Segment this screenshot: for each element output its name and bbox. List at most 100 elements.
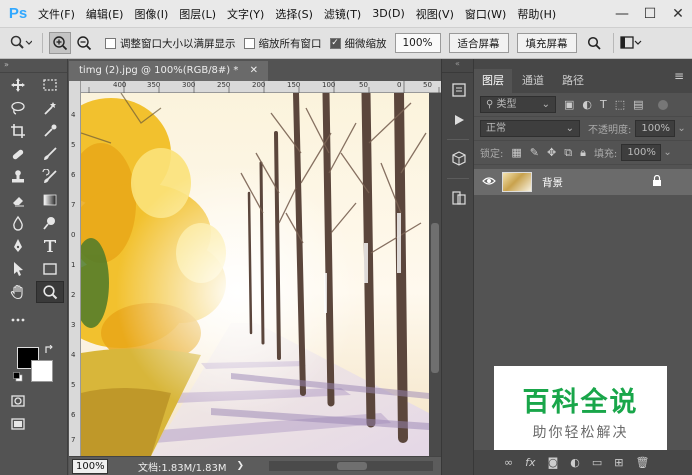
menu-help[interactable]: 帮助(H) — [517, 6, 556, 22]
blur-tool-icon[interactable] — [4, 212, 32, 234]
horizontal-scrollbar[interactable] — [269, 461, 433, 471]
lasso-tool-icon[interactable] — [4, 97, 32, 119]
zoom-in-icon[interactable] — [49, 32, 71, 54]
menu-filter[interactable]: 滤镜(T) — [324, 6, 361, 22]
opacity-field[interactable]: 100% — [635, 120, 676, 137]
3d-panel-icon[interactable] — [442, 146, 475, 172]
zoom-out-icon[interactable] — [73, 32, 95, 54]
path-selection-tool-icon[interactable] — [4, 258, 32, 280]
fill-field[interactable]: 100% — [621, 144, 662, 161]
zoom-tool-preset-icon[interactable] — [6, 32, 36, 54]
menu-view[interactable]: 视图(V) — [416, 6, 454, 22]
panel-menu-icon[interactable]: ≡ — [674, 69, 684, 83]
delete-layer-icon[interactable]: 🗑︎ — [635, 456, 649, 469]
scrollbar-thumb[interactable] — [337, 462, 367, 470]
lock-position-icon[interactable]: ✥ — [547, 146, 556, 159]
eyedropper-tool-icon[interactable] — [36, 120, 64, 142]
close-tab-icon[interactable]: ✕ — [250, 65, 258, 76]
fill-screen-button[interactable]: 填充屏幕 — [516, 33, 577, 53]
status-menu-arrow-icon[interactable]: ❯ — [237, 461, 245, 471]
document-canvas[interactable] — [81, 93, 429, 456]
strip-grip[interactable]: « — [442, 59, 473, 73]
menu-select[interactable]: 选择(S) — [275, 6, 313, 22]
move-tool-icon[interactable] — [4, 74, 32, 96]
filter-toggle-icon[interactable] — [657, 99, 668, 110]
rectangle-tool-icon[interactable] — [36, 258, 64, 280]
layer-kind-filter[interactable]: ⚲ 类型 ⌄ — [480, 96, 556, 113]
maximize-button[interactable]: ☐ — [636, 6, 664, 22]
menu-window[interactable]: 窗口(W) — [465, 6, 506, 22]
zoom-all-checkbox[interactable]: 缩放所有窗口 — [243, 36, 322, 51]
tools-panel-grip[interactable]: » — [0, 59, 67, 73]
menu-3d[interactable]: 3D(D) — [372, 7, 405, 20]
layer-name[interactable]: 背景 — [542, 175, 563, 190]
quick-mask-icon[interactable] — [4, 390, 32, 412]
scrubby-zoom-checkbox[interactable]: ✓ 细微缩放 — [329, 36, 387, 51]
tab-layers[interactable]: 图层 — [474, 69, 512, 93]
dodge-tool-icon[interactable] — [36, 212, 64, 234]
filter-adjustment-icon[interactable]: ◐ — [582, 98, 592, 111]
layer-row-background[interactable]: 背景 — [474, 169, 692, 195]
search-icon[interactable] — [583, 32, 605, 54]
brush-tool-icon[interactable] — [36, 143, 64, 165]
close-button[interactable]: ✕ — [664, 6, 692, 22]
more-tools-icon[interactable] — [4, 309, 32, 331]
properties-panel-icon[interactable] — [442, 185, 475, 211]
crop-tool-icon[interactable] — [4, 120, 32, 142]
default-colors-icon[interactable] — [13, 372, 23, 382]
pen-tool-icon[interactable] — [4, 235, 32, 257]
chevron-down-icon[interactable]: ⌄ — [677, 123, 685, 134]
background-color-swatch[interactable] — [31, 360, 53, 382]
minimize-button[interactable]: — — [608, 6, 636, 22]
history-panel-icon[interactable] — [442, 77, 475, 103]
lock-all-icon[interactable]: 🔒︎ — [580, 146, 586, 160]
checkbox-unchecked[interactable] — [105, 37, 116, 49]
eraser-tool-icon[interactable] — [4, 189, 32, 211]
document-tab[interactable]: timg (2).jpg @ 100%(RGB/8#) * ✕ — [69, 61, 268, 81]
menu-layer[interactable]: 图层(L) — [179, 6, 216, 22]
lock-transparent-icon[interactable]: ▦ — [511, 146, 521, 159]
filter-smart-object-icon[interactable]: ▤ — [633, 98, 643, 111]
new-layer-icon[interactable]: ⊞ — [614, 456, 623, 469]
type-tool-icon[interactable] — [36, 235, 64, 257]
filter-type-icon[interactable]: T — [600, 98, 607, 111]
lock-pixels-icon[interactable]: ✎ — [530, 146, 539, 159]
link-layers-icon[interactable]: ∞ — [504, 456, 513, 469]
gradient-tool-icon[interactable] — [36, 189, 64, 211]
hand-tool-icon[interactable] — [4, 281, 32, 303]
zoom-level-field[interactable]: 100% — [72, 458, 108, 474]
history-brush-tool-icon[interactable] — [36, 166, 64, 188]
workspace-icon[interactable] — [619, 32, 642, 54]
menu-file[interactable]: 文件(F) — [38, 6, 75, 22]
fit-screen-button[interactable]: 适合屏幕 — [448, 33, 509, 53]
blend-mode-dropdown[interactable]: 正常 ⌄ — [480, 120, 580, 137]
menu-image[interactable]: 图像(I) — [134, 6, 168, 22]
new-group-icon[interactable]: ▭ — [592, 456, 602, 469]
tab-paths[interactable]: 路径 — [554, 69, 592, 93]
layer-lock-icon[interactable] — [652, 174, 662, 189]
filter-pixel-icon[interactable]: ▣ — [564, 98, 574, 111]
checkbox-checked-icon[interactable]: ✓ — [329, 37, 341, 49]
healing-brush-tool-icon[interactable] — [4, 143, 32, 165]
tab-channels[interactable]: 通道 — [514, 69, 552, 93]
magic-wand-tool-icon[interactable] — [36, 97, 64, 119]
scrollbar-thumb[interactable] — [431, 223, 439, 373]
lock-artboard-icon[interactable]: ⧉ — [564, 146, 572, 160]
marquee-tool-icon[interactable] — [36, 74, 64, 96]
swap-colors-icon[interactable] — [44, 345, 54, 355]
clone-stamp-tool-icon[interactable] — [4, 166, 32, 188]
filter-shape-icon[interactable]: ⬚ — [615, 98, 625, 111]
zoom-value-field[interactable]: 100% — [394, 33, 441, 53]
actions-play-icon[interactable] — [442, 107, 475, 133]
menu-edit[interactable]: 编辑(E) — [86, 6, 124, 22]
checkbox-unchecked[interactable] — [243, 37, 255, 49]
chevron-down-icon[interactable]: ⌄ — [663, 147, 671, 158]
menu-type[interactable]: 文字(Y) — [227, 6, 264, 22]
screen-mode-icon[interactable] — [4, 413, 32, 435]
adjustment-layer-icon[interactable]: ◐ — [570, 456, 580, 469]
add-mask-icon[interactable]: ◙ — [548, 456, 559, 469]
zoom-tool-icon[interactable] — [36, 281, 64, 303]
vertical-scrollbar[interactable] — [429, 93, 441, 456]
layer-style-icon[interactable]: fx — [525, 456, 535, 469]
resize-windows-checkbox[interactable]: 调整窗口大小以满屏显示 — [105, 36, 236, 51]
